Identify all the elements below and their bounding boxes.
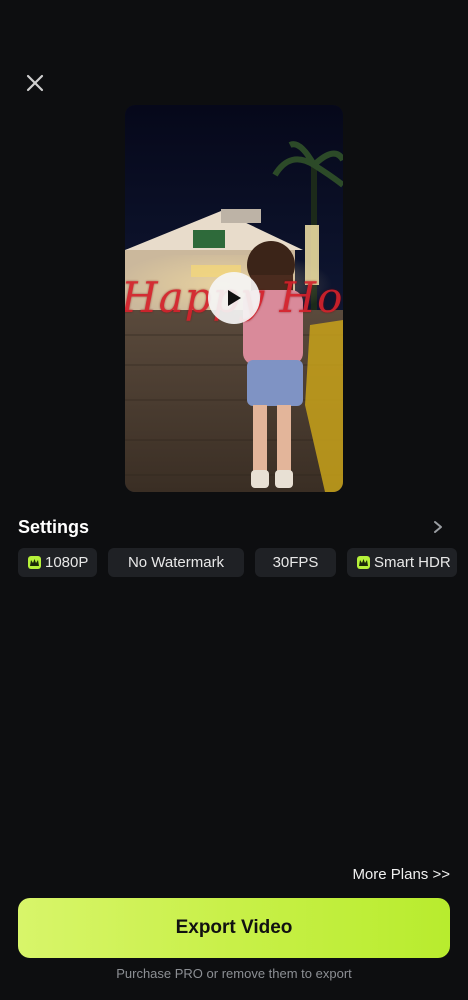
close-icon [26,74,44,92]
chevron-right-icon [434,521,442,533]
crown-icon [357,556,370,569]
export-video-button[interactable]: Export Video [18,898,450,958]
chip-label: No Watermark [127,554,225,571]
chip-label: Smart HDR [374,554,451,571]
crown-icon [28,556,41,569]
chip-label: 30FPS [272,554,319,571]
more-plans-link[interactable]: More Plans >> [352,866,450,883]
settings-title: Settings [18,516,90,537]
play-icon [228,290,241,306]
chip-framerate[interactable]: 30FPS [255,548,336,577]
close-button[interactable] [22,70,48,96]
chip-watermark[interactable]: No Watermark [108,548,244,577]
export-note: Purchase PRO or remove them to export [116,966,352,981]
chip-smart-hdr[interactable]: Smart HDR [347,548,457,577]
chip-label: 1080P [45,554,89,571]
settings-header: Settings [18,512,450,542]
export-video-label: Export Video [175,917,293,938]
video-preview[interactable]: Happy Holi [125,105,343,492]
chip-resolution[interactable]: 1080P [18,548,97,577]
play-button[interactable] [208,272,260,324]
settings-expand-button[interactable] [426,515,450,539]
settings-chips: 1080P No Watermark 30FPS Smart HDR [18,548,468,577]
